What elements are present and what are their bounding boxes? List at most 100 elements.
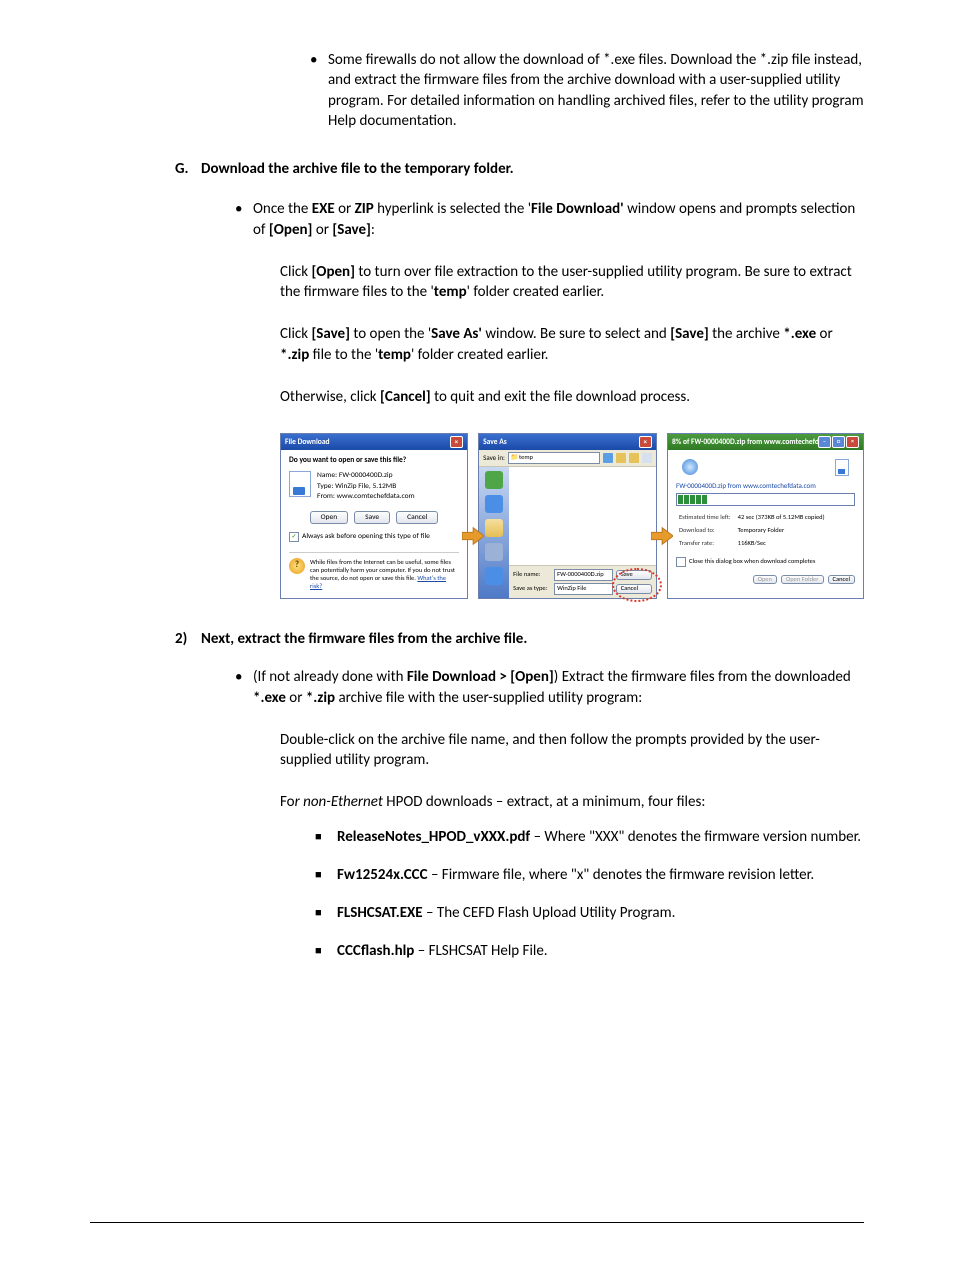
t: to open the ' — [350, 325, 431, 343]
t: – Firmware file, where "x" denotes the f… — [428, 866, 815, 884]
minimize-icon[interactable]: – — [818, 436, 831, 448]
t: EXE — [312, 200, 335, 218]
t: From: — [317, 492, 335, 501]
t: [Open] — [269, 221, 313, 239]
recent-icon[interactable] — [485, 471, 503, 489]
square-bullet: ■ — [315, 865, 337, 885]
arrow-icon — [651, 526, 673, 546]
t: Fw12524x.CCC — [337, 866, 428, 884]
file-list-area[interactable] — [509, 467, 656, 565]
t: or — [286, 689, 306, 707]
t: or — [816, 325, 833, 343]
t: CCCflash.hlp – FLSHCSAT Help File. — [337, 941, 548, 961]
t: [Cancel] — [380, 388, 431, 406]
back-icon[interactable] — [603, 453, 613, 463]
t: window. Be sure to select and — [482, 325, 670, 343]
file-download-question: Do you want to open or save this file? — [289, 456, 459, 465]
t: temp — [434, 283, 467, 301]
t: File Download' — [531, 200, 624, 218]
t: *.zip — [306, 689, 335, 707]
section-g-save-para: Click [Save] to open the 'Save As' windo… — [280, 324, 864, 365]
file-item-firmware: ■ Fw12524x.CCC – Firmware file, where "x… — [315, 865, 864, 885]
progress-titlebar: 8% of FW-0000400D.zip from www.comtechef… — [668, 434, 863, 450]
maximize-icon[interactable]: □ — [832, 436, 845, 448]
file-item-flshcsat: ■ FLSHCSAT.EXE – The CEFD Flash Upload U… — [315, 903, 864, 923]
t: Download to: — [678, 525, 735, 536]
close-when-done-label: Close this dialog box when download comp… — [689, 558, 815, 566]
t: *.exe — [783, 325, 816, 343]
views-icon[interactable] — [642, 453, 652, 463]
section-g-letter: G. — [175, 159, 201, 179]
window-controls: – □ × — [818, 436, 859, 448]
t: Otherwise, click — [280, 388, 380, 406]
save-as-title: Save As — [483, 438, 507, 447]
square-bullet: ■ — [315, 941, 337, 961]
t: ZIP — [355, 200, 374, 218]
cancel-button[interactable]: Cancel — [396, 511, 438, 524]
saveastype-label: Save as type: — [513, 585, 551, 593]
t: HPOD downloads – extract, at a minimum, … — [383, 793, 706, 811]
always-ask-checkbox[interactable]: ✓ — [289, 532, 299, 542]
section-2-bullet: • (If not already done with File Downloa… — [235, 667, 864, 708]
close-when-done-row: Close this dialog box when download comp… — [676, 557, 855, 567]
save-button[interactable]: Save — [354, 511, 390, 524]
computer-icon[interactable] — [485, 543, 503, 561]
t: [Save] — [332, 221, 371, 239]
section-g-cancel-para: Otherwise, click [Cancel] to quit and ex… — [280, 387, 864, 407]
up-icon[interactable] — [616, 453, 626, 463]
t: temp — [378, 346, 411, 364]
desktop-icon[interactable] — [485, 495, 503, 513]
t: r non-Ethernet — [295, 793, 383, 811]
section-2-p2: For non-Ethernet HPOD downloads – extrac… — [280, 792, 864, 812]
warning-icon: ? — [289, 558, 305, 574]
t: Transfer rate: — [678, 538, 735, 549]
save-in-label: Save in: — [483, 454, 505, 462]
close-icon[interactable]: × — [639, 436, 652, 448]
close-when-done-checkbox[interactable] — [676, 557, 686, 567]
cancel-button[interactable]: Cancel — [616, 584, 652, 594]
t: File Download > [Open] — [407, 668, 554, 686]
section-g-bullet: • Once the EXE or ZIP hyperlink is selec… — [235, 199, 864, 240]
t: WinZip File — [557, 585, 586, 593]
new-folder-icon[interactable] — [629, 453, 639, 463]
download-progress-dialog: 8% of FW-0000400D.zip from www.comtechef… — [667, 433, 864, 599]
t: FLSHCSAT.EXE – The CEFD Flash Upload Uti… — [337, 903, 675, 923]
progress-file-label: FW-0000400D.zip from www.comtechefdata.c… — [676, 482, 855, 490]
t: Click — [280, 263, 311, 281]
close-icon[interactable]: × — [846, 436, 859, 448]
t: [Open] — [311, 263, 355, 281]
section-2-title: Next, extract the firmware files from th… — [201, 629, 527, 649]
filename-input[interactable]: FW-0000400D.zip — [554, 569, 613, 581]
save-as-toolbar: Save in: 📁 temp — [479, 450, 656, 467]
t: temp — [519, 454, 533, 462]
t: ReleaseNotes_HPOD_vXXX.pdf — [337, 828, 530, 846]
network-icon[interactable] — [485, 567, 503, 585]
t: Fw12524x.CCC – Firmware file, where "x" … — [337, 865, 814, 885]
open-button: Open — [753, 575, 777, 585]
section-2-heading: 2) Next, extract the firmware files from… — [175, 629, 864, 649]
t: FLSHCSAT.EXE — [337, 904, 423, 922]
t: file to the ' — [309, 346, 378, 364]
t: Click — [280, 325, 311, 343]
save-in-field[interactable]: 📁 temp — [508, 452, 600, 464]
section-2-p1: Double-click on the archive file name, a… — [280, 730, 864, 771]
t: ) Extract the firmware files from the do… — [554, 668, 851, 686]
t: (If not already done with — [253, 668, 407, 686]
square-bullet: ■ — [315, 827, 337, 847]
saveastype-input[interactable]: WinZip File — [554, 583, 613, 595]
cancel-button[interactable]: Cancel — [828, 575, 855, 585]
file-download-dialog: File Download × Do you want to open or s… — [280, 433, 468, 599]
save-button[interactable]: Save — [616, 570, 652, 580]
t: – Where "XXX" denotes the firmware versi… — [530, 828, 861, 846]
bullet-marker: • — [235, 199, 253, 240]
file-item-help: ■ CCCflash.hlp – FLSHCSAT Help File. — [315, 941, 864, 961]
open-button[interactable]: Open — [310, 511, 349, 524]
t: *.zip — [280, 346, 309, 364]
close-icon[interactable]: × — [450, 436, 463, 448]
t: : — [371, 221, 375, 239]
t: Fo — [280, 793, 295, 811]
t: Once the — [253, 200, 312, 218]
t: archive file with the user-supplied util… — [335, 689, 642, 707]
arrow-icon — [462, 526, 484, 546]
documents-icon[interactable] — [485, 519, 503, 537]
